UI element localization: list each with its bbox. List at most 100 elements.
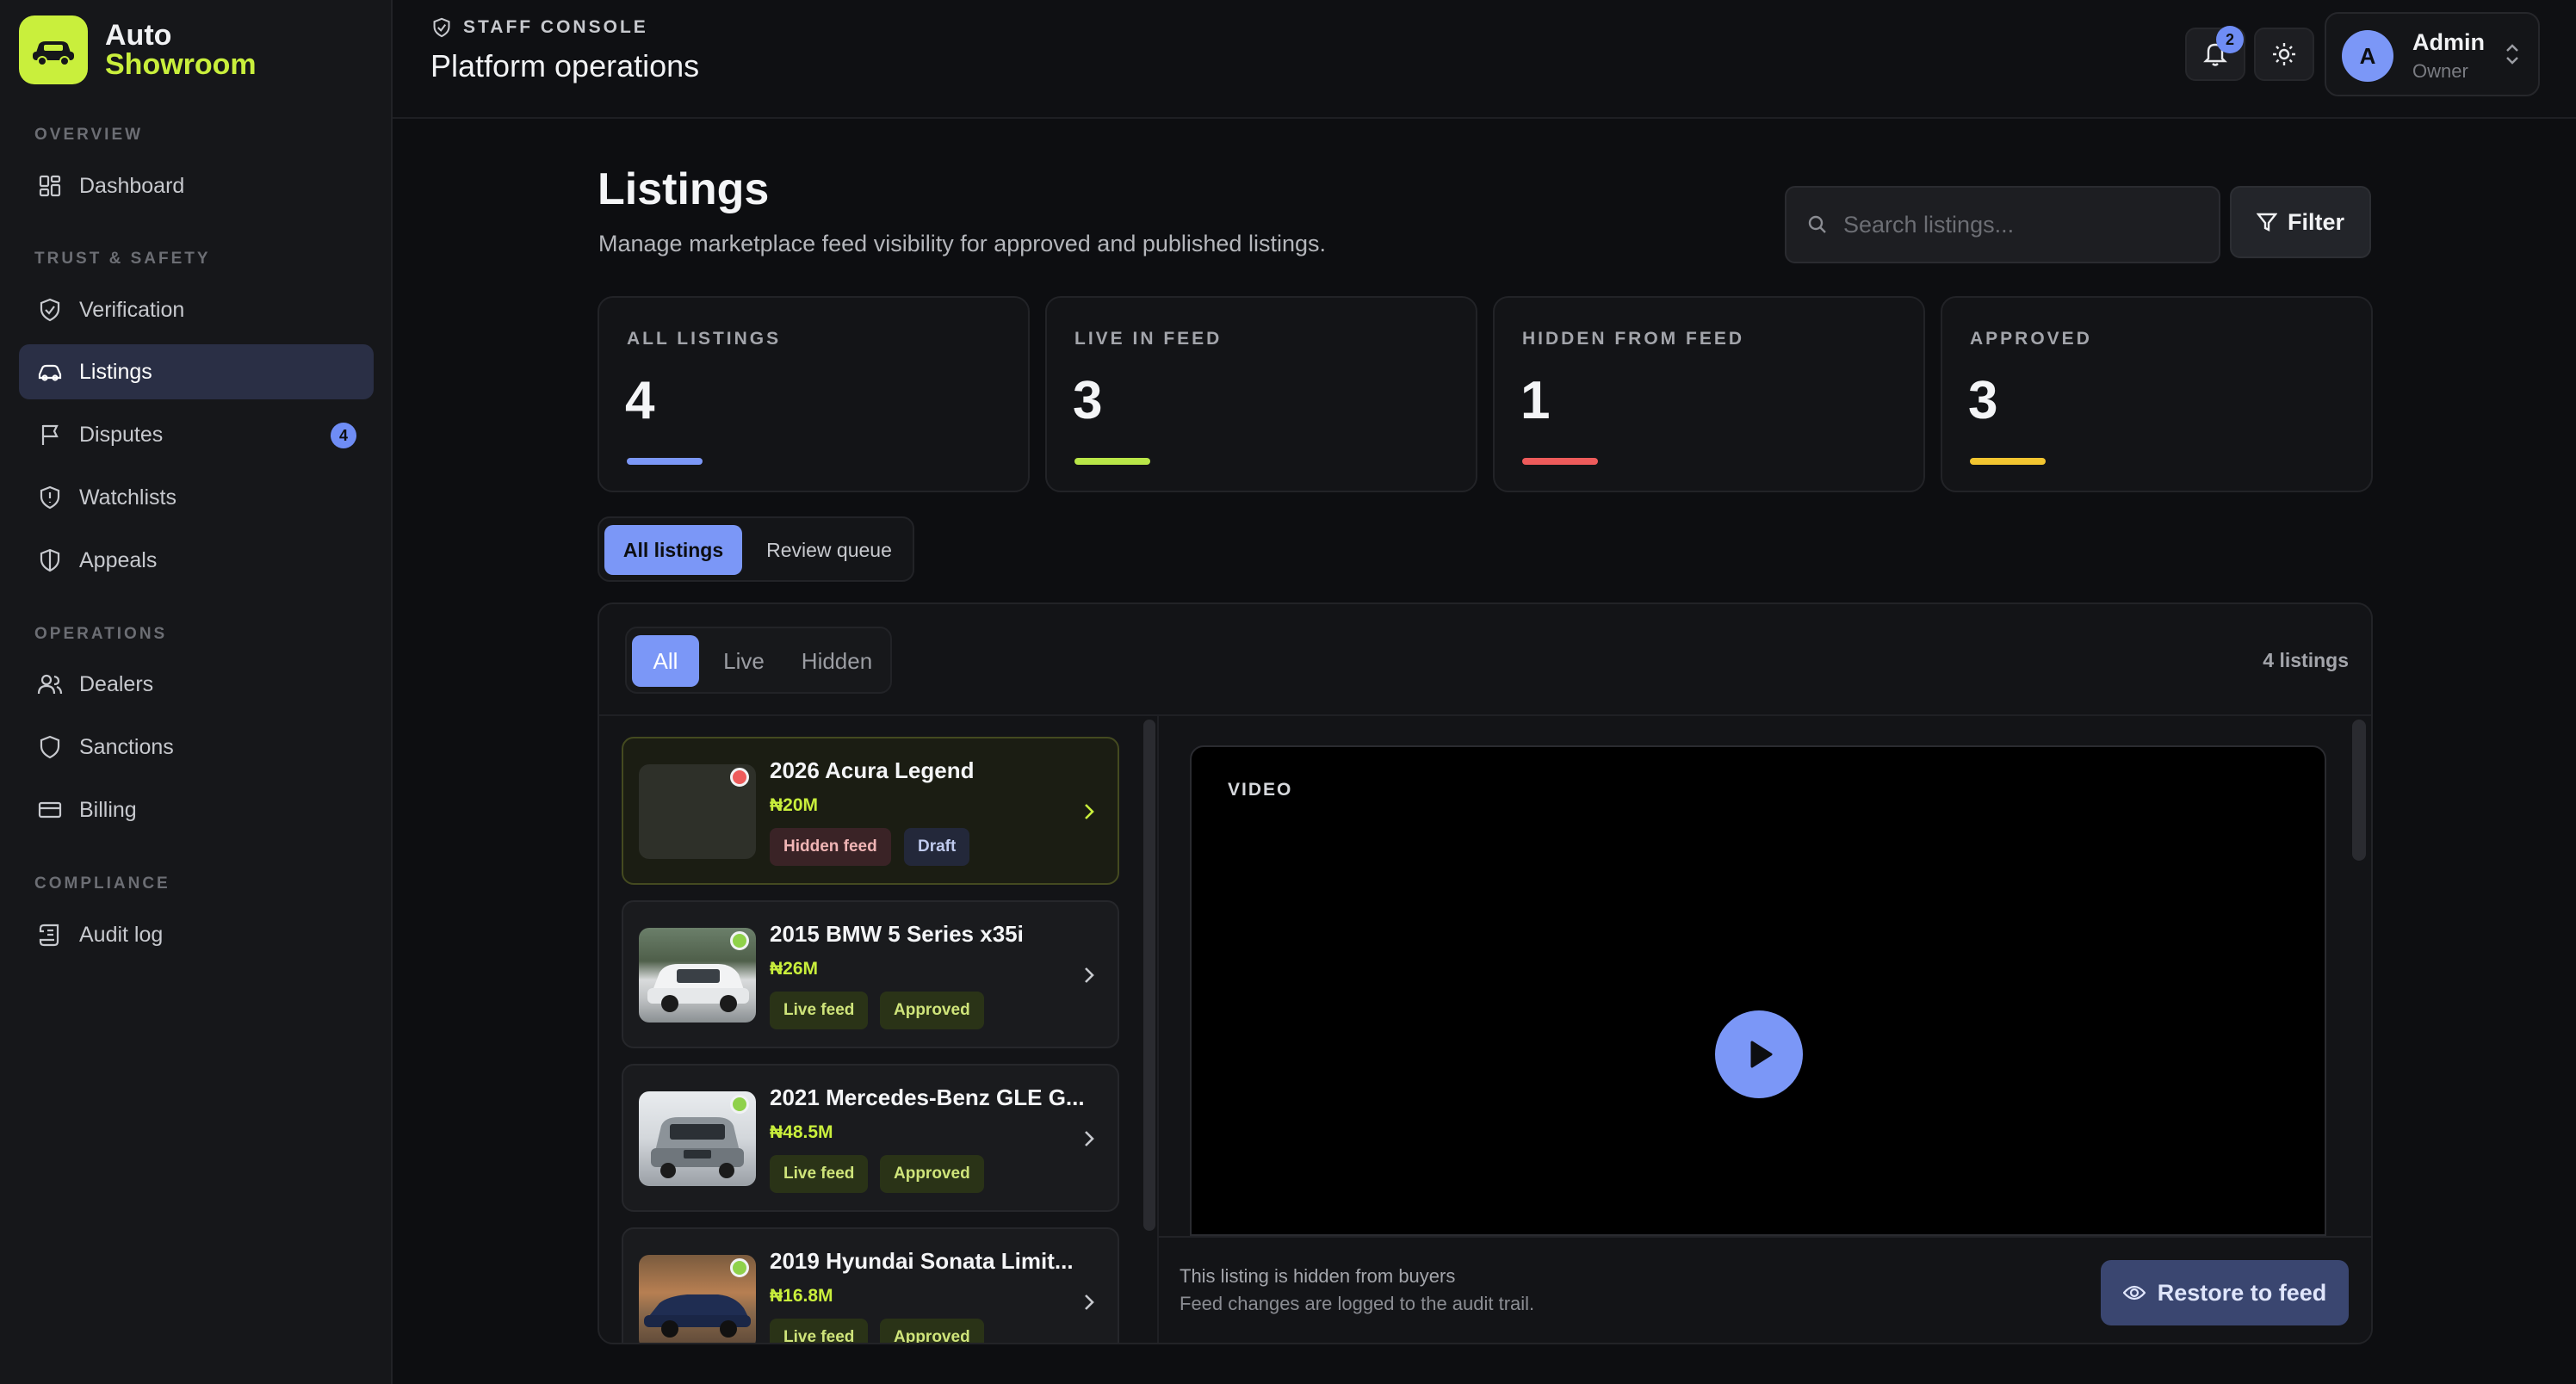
sidebar-item-label: Billing <box>79 797 137 822</box>
car-icon <box>34 356 65 387</box>
stat-label: APPROVED <box>1970 329 2092 349</box>
sidebar-item-listings[interactable]: Listings <box>19 344 374 399</box>
shield-check-icon <box>34 294 65 325</box>
video-label: VIDEO <box>1228 780 1293 800</box>
sidebar-item-label: Verification <box>79 297 185 322</box>
panel-toolbar: All Live Hidden 4 listings <box>599 604 2371 716</box>
detail-footer: This listing is hidden from buyers Feed … <box>1159 1236 2371 1343</box>
view-tabs: All listings Review queue <box>598 516 914 582</box>
section-trust-safety: TRUST & SAFETY <box>34 250 211 268</box>
status-dot <box>730 931 749 950</box>
users-icon <box>34 669 65 700</box>
restore-label: Restore to feed <box>2157 1279 2327 1306</box>
stat-accent-bar <box>1074 458 1150 465</box>
sidebar-item-dealers[interactable]: Dealers <box>19 657 374 712</box>
sidebar-item-appeals[interactable]: Appeals <box>19 533 374 588</box>
listings-panel: All Live Hidden 4 listings 2026 Acura Le… <box>598 602 2373 1344</box>
listing-card[interactable]: 2015 BMW 5 Series x35i ₦26M Live feed Ap… <box>622 900 1119 1048</box>
feed-filter-tabs: All Live Hidden <box>625 627 892 694</box>
sidebar-item-label: Audit log <box>79 922 164 947</box>
tab-review-queue[interactable]: Review queue <box>749 525 909 575</box>
chevron-right-icon <box>1085 967 1094 983</box>
credit-card-icon <box>34 794 65 825</box>
listing-card[interactable]: 2019 Hyundai Sonata Limit... ₦16.8M Live… <box>622 1227 1119 1343</box>
stat-card-hidden-from-feed: HIDDEN FROM FEED 1 <box>1493 296 1925 492</box>
user-menu[interactable]: A Admin Owner <box>2325 12 2540 96</box>
stat-accent-bar <box>627 458 703 465</box>
section-overview: OVERVIEW <box>34 126 144 144</box>
status-badge-approved: Approved <box>880 992 984 1029</box>
sidebar: Auto Showroom OVERVIEW Dashboard TRUST &… <box>0 0 393 1384</box>
user-role: Owner <box>2412 60 2468 82</box>
status-badge-draft: Draft <box>904 828 970 866</box>
flag-icon <box>34 419 65 450</box>
listing-title: 2021 Mercedes-Benz GLE G... <box>770 1084 1085 1110</box>
brand-name: Auto Showroom <box>105 21 257 79</box>
sidebar-item-billing[interactable]: Billing <box>19 782 374 837</box>
sidebar-item-label: Disputes <box>79 422 164 447</box>
section-compliance: COMPLIANCE <box>34 874 170 893</box>
tab-filter-live[interactable]: Live <box>706 635 782 687</box>
status-badge-approved: Approved <box>880 1155 984 1193</box>
tab-all-listings[interactable]: All listings <box>604 525 742 575</box>
status-dot <box>730 768 749 787</box>
status-badge-live: Live feed <box>770 1155 869 1193</box>
sidebar-item-label: Listings <box>79 359 152 384</box>
listing-price: ₦20M <box>770 795 819 815</box>
stat-label: ALL LISTINGS <box>627 329 782 349</box>
tab-filter-all[interactable]: All <box>632 635 699 687</box>
disputes-count-badge: 4 <box>331 423 356 448</box>
sidebar-item-sanctions[interactable]: Sanctions <box>19 720 374 775</box>
listing-card[interactable]: 2026 Acura Legend ₦20M Hidden feed Draft <box>622 737 1119 885</box>
sidebar-item-watchlists[interactable]: Watchlists <box>19 470 374 525</box>
listing-list: 2026 Acura Legend ₦20M Hidden feed Draft… <box>599 716 1159 1343</box>
detail-scrollbar[interactable] <box>2352 720 2366 861</box>
page-subtitle: Manage marketplace feed visibility for a… <box>598 231 1326 256</box>
sidebar-item-dashboard[interactable]: Dashboard <box>19 158 374 213</box>
filter-button[interactable]: Filter <box>2230 186 2371 258</box>
listing-title: 2015 BMW 5 Series x35i <box>770 921 1024 947</box>
stat-accent-bar <box>1970 458 2046 465</box>
search-input[interactable] <box>1843 211 2188 238</box>
sidebar-item-verification[interactable]: Verification <box>19 282 374 337</box>
notifications-button[interactable]: 2 <box>2185 26 2245 81</box>
video-player[interactable]: VIDEO <box>1190 745 2326 1236</box>
shield-icon <box>34 732 65 763</box>
sidebar-item-disputes[interactable]: Disputes 4 <box>19 407 374 462</box>
listing-price: ₦16.8M <box>770 1286 833 1306</box>
avatar: A <box>2342 30 2393 82</box>
play-icon <box>1750 1041 1773 1068</box>
brand[interactable]: Auto Showroom <box>19 15 257 84</box>
eye-icon <box>2122 1285 2146 1301</box>
sidebar-item-label: Sanctions <box>79 734 174 759</box>
tab-filter-hidden[interactable]: Hidden <box>789 635 885 687</box>
shield-half-icon <box>34 545 65 576</box>
listing-detail: VIDEO This listing is hidden from buyers… <box>1159 716 2371 1343</box>
user-name: Admin <box>2412 29 2485 55</box>
theme-toggle-button[interactable] <box>2254 28 2314 81</box>
shield-check-icon <box>433 17 450 38</box>
listing-card[interactable]: 2021 Mercedes-Benz GLE G... ₦48.5M Live … <box>622 1064 1119 1212</box>
listing-price: ₦48.5M <box>770 1122 833 1142</box>
sun-icon <box>2273 43 2295 65</box>
car-logo-icon <box>19 15 88 84</box>
stat-value: 4 <box>625 371 655 430</box>
play-button[interactable] <box>1715 1010 1803 1098</box>
stat-label: LIVE IN FEED <box>1074 329 1223 349</box>
search-box[interactable] <box>1785 186 2220 263</box>
stat-label: HIDDEN FROM FEED <box>1522 329 1744 349</box>
brand-line-2: Showroom <box>105 48 257 81</box>
listing-title: 2019 Hyundai Sonata Limit... <box>770 1248 1074 1274</box>
stat-card-all-listings: ALL LISTINGS 4 <box>598 296 1030 492</box>
sidebar-item-audit-log[interactable]: Audit log <box>19 907 374 962</box>
brand-line-1: Auto <box>105 19 172 52</box>
shield-alert-icon <box>34 482 65 513</box>
restore-to-feed-button[interactable]: Restore to feed <box>2101 1260 2349 1325</box>
sidebar-item-label: Appeals <box>79 547 158 572</box>
scroll-text-icon <box>34 919 65 950</box>
status-badge-live: Live feed <box>770 1319 869 1343</box>
status-dot <box>730 1095 749 1114</box>
listing-scrollbar[interactable] <box>1143 720 1155 1231</box>
sidebar-item-label: Dealers <box>79 671 154 696</box>
header-title: Platform operations <box>430 48 700 83</box>
